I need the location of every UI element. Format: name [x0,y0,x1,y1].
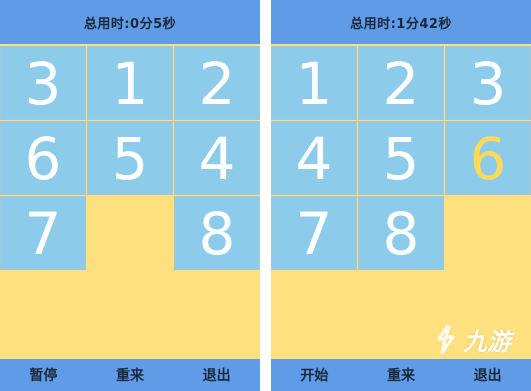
exit-button[interactable]: 退出 [173,365,260,385]
puzzle-panel-right: 总用时:1分42秒 1 2 3 4 5 6 7 8 九游 开始 重来 退出 [271,0,531,391]
puzzle-tile[interactable]: 2 [174,46,260,120]
puzzle-tile[interactable]: 7 [271,196,357,270]
puzzle-tile[interactable]: 3 [0,46,86,120]
puzzle-panel-left: 总用时:0分5秒 3 1 2 6 5 4 7 8 暂停 重来 退出 [0,0,260,391]
puzzle-tile[interactable]: 7 [0,196,86,270]
jiuyou-logo-icon [433,325,459,355]
pause-button[interactable]: 暂停 [0,365,87,385]
watermark-text: 九游 [463,328,511,356]
restart-button[interactable]: 重来 [87,365,174,385]
restart-button[interactable]: 重来 [358,365,445,385]
puzzle-tile[interactable]: 2 [358,46,444,120]
puzzle-board: 1 2 3 4 5 6 7 8 [271,46,531,271]
puzzle-tile[interactable]: 8 [174,196,260,270]
exit-button[interactable]: 退出 [444,365,531,385]
puzzle-tile[interactable]: 5 [358,121,444,195]
jiuyou-watermark: 九游 [433,322,511,357]
puzzle-board: 3 1 2 6 5 4 7 8 [0,46,260,271]
puzzle-tile[interactable]: 5 [87,121,173,195]
control-bar: 暂停 重来 退出 [0,359,260,391]
puzzle-tile[interactable]: 4 [271,121,357,195]
control-bar: 开始 重来 退出 [271,359,531,391]
puzzle-tile[interactable]: 4 [174,121,260,195]
timer-text: 总用时:0分5秒 [83,16,177,32]
timer-header: 总用时:1分42秒 [271,0,531,44]
timer-text: 总用时:1分42秒 [350,16,452,32]
puzzle-tile[interactable]: 3 [445,46,531,120]
start-button[interactable]: 开始 [271,365,358,385]
puzzle-tile[interactable]: 8 [358,196,444,270]
timer-header: 总用时:0分5秒 [0,0,260,44]
puzzle-tile[interactable]: 6 [0,121,86,195]
puzzle-tile-highlighted[interactable]: 6 [445,121,531,195]
puzzle-tile[interactable]: 1 [271,46,357,120]
puzzle-tile[interactable]: 1 [87,46,173,120]
screenshot-stage: 总用时:0分5秒 3 1 2 6 5 4 7 8 暂停 重来 退出 总用时:1分… [0,0,531,391]
